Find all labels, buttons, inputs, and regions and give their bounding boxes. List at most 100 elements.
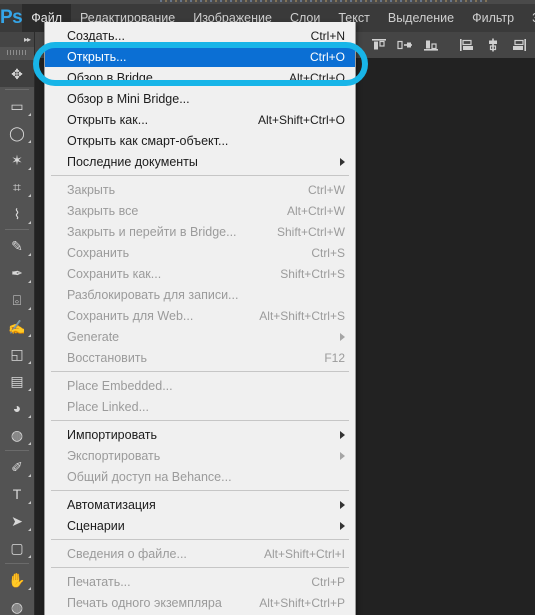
tools-panel: ▸▸ ✥ ▭ ◯ ✶ ⌗ ⌇ ✎ ✒ ⌻ ✍ ◱ ▤ ◕ ◍ ✐ T ➤ ▢ ✋ ◍ [0,32,35,615]
menu-separator [51,420,349,421]
eraser-tool[interactable]: ◱ [0,340,34,367]
menu-item-shortcut: Alt+Shift+Ctrl+I [263,546,345,561]
menu-item-shortcut: F12 [324,350,345,365]
clone-stamp-tool-glyph: ⌻ [12,291,22,308]
tool-flyout-corner-icon [28,555,31,558]
tool-flyout-corner-icon [28,221,31,224]
menu-separator [51,490,349,491]
panel-drag-grip[interactable] [0,47,34,58]
menu-item-entry[interactable]: Обзор в Bridge... Alt+Ctrl+O [45,67,355,88]
tool-flyout-corner-icon [28,442,31,445]
lasso-tool[interactable]: ◯ [0,119,34,146]
menu-item-entry: Закрыть Ctrl+W [45,179,355,200]
menu-item-shortcut: Alt+Ctrl+O [288,70,345,85]
dodge-tool[interactable]: ◍ [0,421,34,448]
tool-flyout-corner-icon [28,474,31,477]
pen-tool-glyph: ✐ [11,458,23,475]
tool-group-divider [5,89,29,90]
crop-tool[interactable]: ⌗ [0,173,34,200]
submenu-arrow-icon [340,332,345,341]
spot-healing-brush-tool[interactable]: ✎ [0,232,34,259]
tool-flyout-corner-icon [28,587,31,590]
menu-item-entry[interactable]: Обзор в Mini Bridge... [45,88,355,109]
submenu-arrow-icon [340,430,345,439]
align-top-edges-icon[interactable] [368,36,390,54]
menu-bar-item[interactable]: 3 [523,4,535,32]
menu-item-shortcut: Ctrl+S [311,245,345,260]
menu-item-label: Печатать... [67,574,131,589]
magic-wand-tool[interactable]: ✶ [0,146,34,173]
rectangular-marquee-tool[interactable]: ▭ [0,92,34,119]
zoom-tool[interactable]: ◍ [0,593,34,615]
align-horizontal-centers-icon[interactable] [482,36,504,54]
path-selection-tool[interactable]: ➤ [0,507,34,534]
submenu-arrow-icon [340,521,345,530]
menu-separator [51,567,349,568]
blur-tool[interactable]: ◕ [0,394,34,421]
tool-flyout-corner-icon [28,280,31,283]
menu-item-entry[interactable]: Импортировать [45,424,355,445]
menu-item-shortcut: Shift+Ctrl+S [280,266,345,281]
menu-item-entry: Печать одного экземпляра Alt+Shift+Ctrl+P [45,592,355,613]
menu-item-label: Сведения о файле... [67,546,187,561]
spot-healing-brush-tool-glyph: ✎ [11,237,23,254]
pen-tool[interactable]: ✐ [0,453,34,480]
eyedropper-tool[interactable]: ⌇ [0,200,34,227]
rounded-rectangle-tool[interactable]: ▢ [0,534,34,561]
horizontal-type-tool[interactable]: T [0,480,34,507]
align-vertical-centers-icon[interactable] [394,36,416,54]
menu-bar-item[interactable]: Выделение [379,4,463,32]
align-right-edges-icon[interactable] [508,36,530,54]
menu-item-entry: Place Embedded... [45,375,355,396]
menu-item-label: Place Embedded... [67,378,173,393]
menu-item-label: Сохранить для Web... [67,308,194,323]
menu-item-entry[interactable]: Автоматизация [45,494,355,515]
menu-item-label: Открыть как смарт-объект... [67,133,229,148]
file-menu-dropdown: Создать... Ctrl+N Открыть... Ctrl+O Обзор в … [44,22,356,615]
align-left-edges-icon[interactable] [456,36,478,54]
menu-item-entry[interactable]: Открыть как смарт-объект... [45,130,355,151]
menu-separator [51,539,349,540]
menu-item-label: Разблокировать для записи... [67,287,239,302]
menu-item-entry: Generate [45,326,355,347]
menu-item-open[interactable]: Открыть... Ctrl+O [45,46,355,67]
history-brush-tool[interactable]: ✍ [0,313,34,340]
tool-group-divider [5,563,29,564]
menu-item-label: Открыть... [67,49,127,64]
menu-item-shortcut: Alt+Shift+Ctrl+P [259,595,345,610]
align-bottom-edges-icon[interactable] [420,36,442,54]
rounded-rectangle-tool-glyph: ▢ [10,539,24,556]
menu-item-shortcut: Alt+Shift+Ctrl+O [257,112,345,127]
clone-stamp-tool[interactable]: ⌻ [0,286,34,313]
brush-tool[interactable]: ✒ [0,259,34,286]
menu-item-shortcut: Ctrl+P [311,574,345,589]
blur-tool-glyph: ◕ [12,399,22,416]
menu-item-label: Обзор в Bridge... [67,70,164,85]
menu-item-entry[interactable]: Сценарии [45,515,355,536]
menu-item-entry[interactable]: Открыть как... Alt+Shift+Ctrl+O [45,109,355,130]
menu-item-entry: Закрыть все Alt+Ctrl+W [45,200,355,221]
gradient-tool-glyph: ▤ [10,372,24,389]
menu-item-entry: Общий доступ на Behance... [45,466,355,487]
menu-bar-item[interactable]: Фильтр [463,4,523,32]
collapse-panel-button[interactable]: ▸▸ [0,32,34,47]
brush-tool-glyph: ✒ [11,264,23,281]
magic-wand-tool-glyph: ✶ [11,151,23,168]
tool-flyout-corner-icon [28,501,31,504]
menu-item-label: Place Linked... [67,399,149,414]
rectangular-marquee-tool-glyph: ▭ [10,97,24,114]
menu-item-label: Сохранить [67,245,130,260]
menu-item-entry[interactable]: Создать... Ctrl+N [45,25,355,46]
menu-item-entry[interactable]: Последние документы [45,151,355,172]
move-tool[interactable]: ✥ [0,60,34,87]
menu-item-label: Последние документы [67,154,198,169]
menu-item-label: Печать одного экземпляра [67,595,222,610]
chrome-dots [160,0,490,2]
photoshop-logo: Ps [0,7,23,28]
tool-flyout-corner-icon [28,167,31,170]
tool-flyout-corner-icon [28,528,31,531]
tool-flyout-corner-icon [28,388,31,391]
hand-tool[interactable]: ✋ [0,566,34,593]
menu-item-label: Импортировать [67,427,158,442]
gradient-tool[interactable]: ▤ [0,367,34,394]
